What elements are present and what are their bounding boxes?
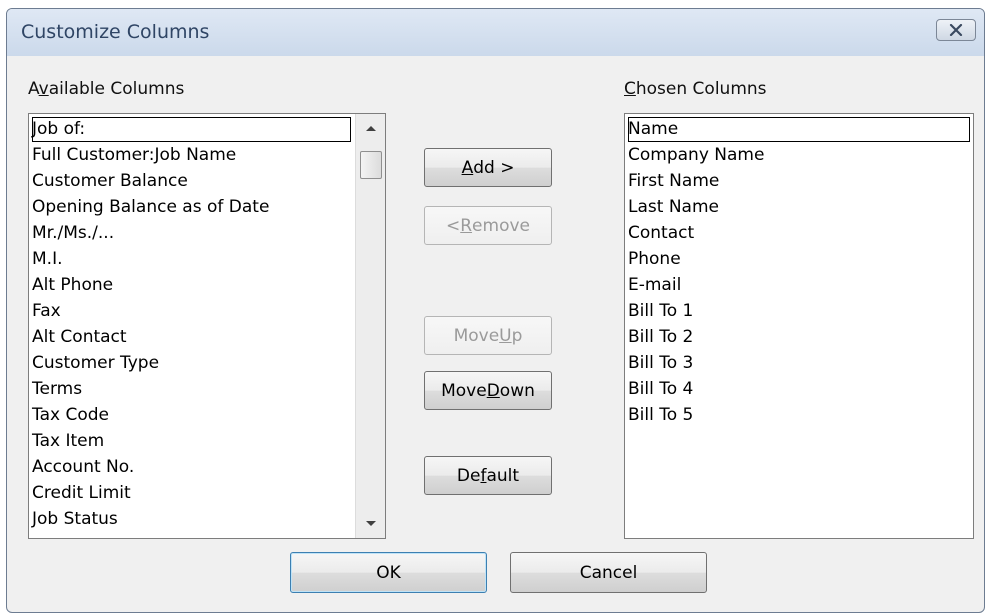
chosen-column-list-item[interactable]: Company Name	[628, 143, 764, 168]
customize-columns-dialog: Customize Columns Available Columns Job …	[6, 8, 985, 613]
available-column-list-item[interactable]: Account No.	[32, 455, 134, 480]
available-column-list-item[interactable]: Job Status	[32, 507, 118, 532]
remove-button[interactable]: < Remove	[424, 206, 552, 245]
available-column-list-item[interactable]: Fax	[32, 299, 61, 324]
available-column-list-item[interactable]: Credit Limit	[32, 481, 131, 506]
chosen-column-list-item[interactable]: Phone	[628, 247, 681, 272]
available-column-list-item[interactable]: Mr./Ms./...	[32, 221, 114, 246]
chosen-column-list-item[interactable]: Contact	[628, 221, 694, 246]
available-column-list-item[interactable]: Customer Type	[32, 351, 159, 376]
chosen-columns-list[interactable]: Name Company Name First Name Last Name Conta…	[624, 113, 974, 539]
scroll-thumb[interactable]	[360, 151, 382, 179]
cancel-button[interactable]: Cancel	[510, 552, 707, 593]
available-column-list-item[interactable]: Tax Item	[32, 429, 104, 454]
available-column-list-item[interactable]: Opening Balance as of Date	[32, 195, 269, 220]
title-bar: Customize Columns	[7, 9, 984, 56]
available-column-list-item[interactable]: M.I.	[32, 247, 63, 272]
move-up-button[interactable]: Move Up	[424, 316, 552, 355]
available-column-list-item[interactable]: Full Customer:Job Name	[32, 143, 236, 168]
available-column-list-item[interactable]: Alt Phone	[32, 273, 113, 298]
move-down-button[interactable]: Move Down	[424, 371, 552, 410]
available-column-list-item[interactable]: Customer Balance	[32, 169, 188, 194]
available-column-list-item[interactable]: Job of:	[32, 117, 351, 142]
available-column-list-item[interactable]: Alt Contact	[32, 325, 127, 350]
available-columns-list[interactable]: Job of: Full Customer:Job Name Customer Ba…	[28, 113, 386, 539]
chosen-column-list-item[interactable]: Bill To 1	[628, 299, 693, 324]
chosen-column-list-item[interactable]: Last Name	[628, 195, 719, 220]
close-button[interactable]	[936, 19, 976, 41]
ok-button[interactable]: OK	[290, 552, 487, 593]
chosen-column-list-item[interactable]: E-mail	[628, 273, 681, 298]
scroll-down-arrow-icon[interactable]	[366, 521, 376, 526]
chosen-column-list-item[interactable]: Bill To 5	[628, 403, 693, 428]
dialog-title: Customize Columns	[21, 21, 210, 43]
scroll-up-arrow-icon[interactable]	[366, 126, 376, 131]
chosen-column-list-item[interactable]: Name	[628, 117, 970, 142]
close-x-icon	[949, 24, 963, 36]
chosen-column-list-item[interactable]: Bill To 4	[628, 377, 693, 402]
chosen-column-list-item[interactable]: Bill To 3	[628, 351, 693, 376]
available-columns-label: Available Columns	[28, 79, 185, 99]
default-button[interactable]: De f ault	[424, 456, 552, 495]
available-column-list-item[interactable]: Terms	[32, 377, 82, 402]
available-list-scrollbar[interactable]	[355, 114, 385, 538]
chosen-column-list-item[interactable]: Bill To 2	[628, 325, 693, 350]
available-column-list-item[interactable]: Tax Code	[32, 403, 109, 428]
chosen-column-list-item[interactable]: First Name	[628, 169, 719, 194]
add-button[interactable]: Add >	[424, 148, 552, 187]
chosen-columns-label: Chosen Columns	[624, 79, 767, 99]
